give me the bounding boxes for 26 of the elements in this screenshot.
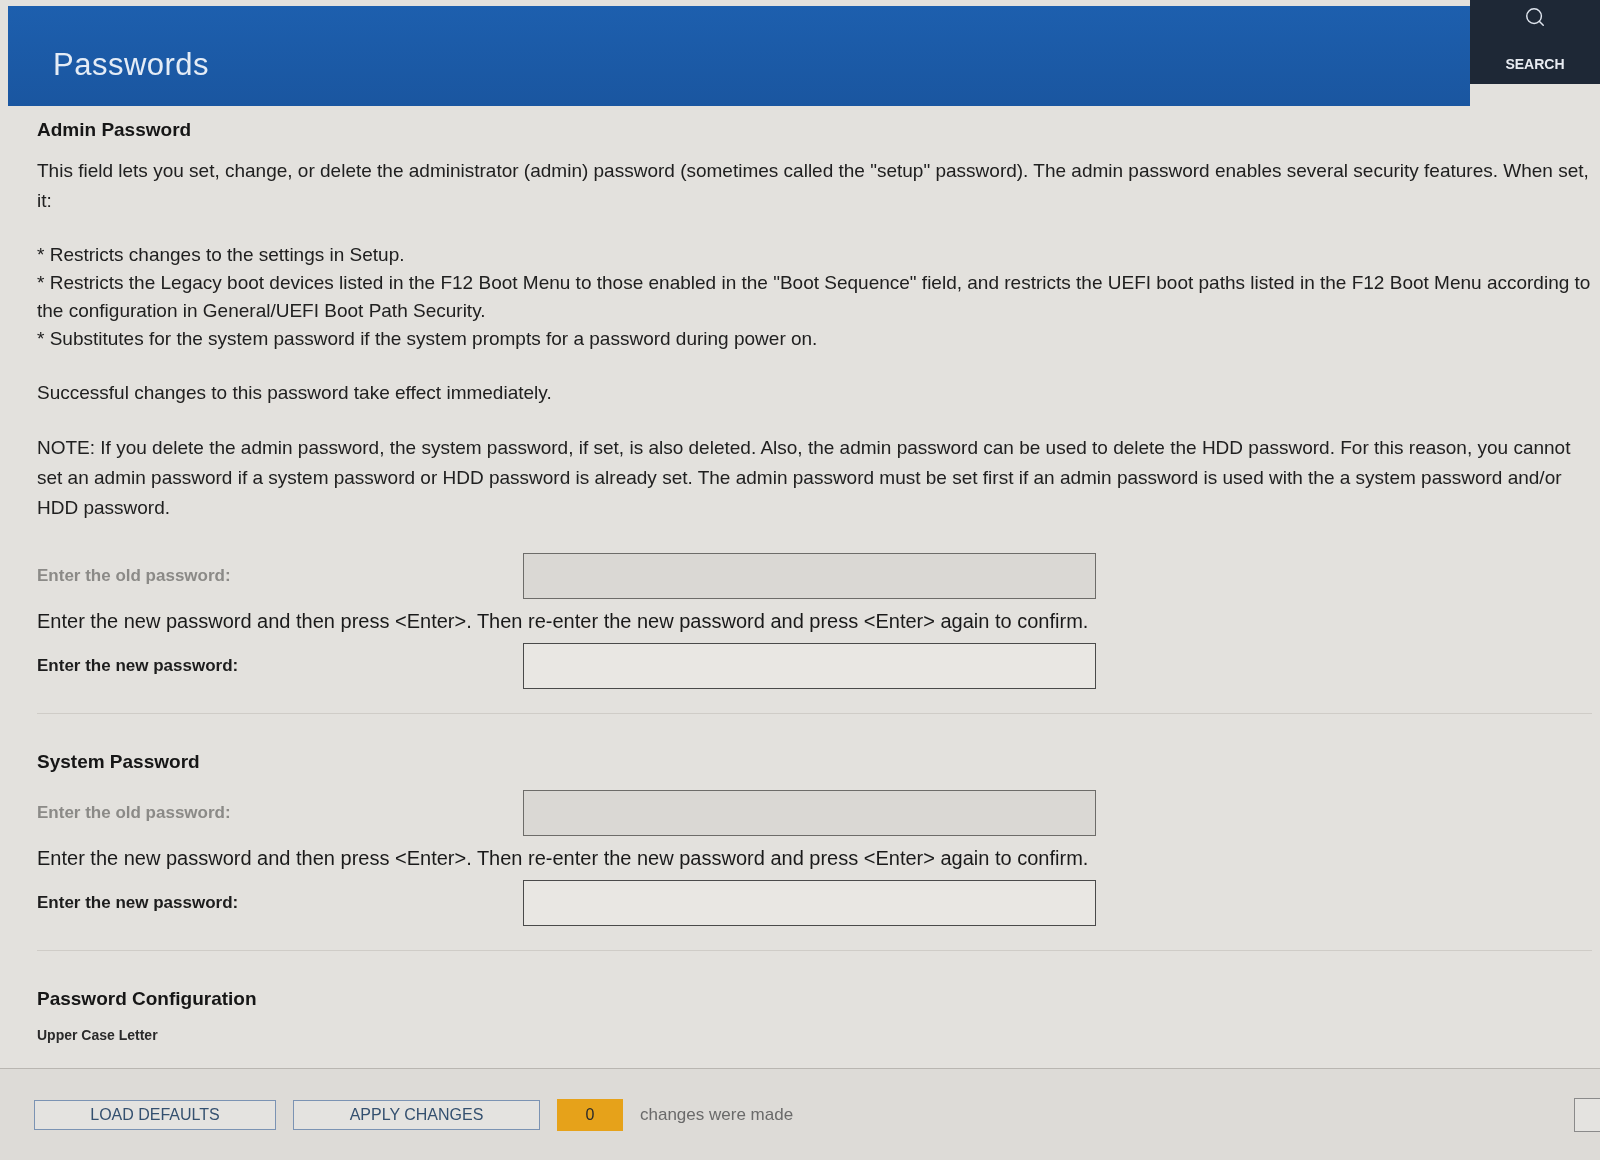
password-field[interactable]: [523, 643, 1096, 689]
bullet-item: * Restricts the Legacy boot devices listed in the F12 Boot Menu to those enabled in the "Boot Sequence" field, and restricts the UEFI boot paths listed in the F12 Boot Menu according to the configuration in General/UEFI Boot Path Security.: [37, 271, 1592, 323]
section-heading: Password Configuration: [37, 987, 258, 1011]
section-heading: System Password: [37, 750, 201, 774]
bullet-item: * Substitutes for the system password if the system prompts for a password during power on.: [37, 327, 819, 351]
page-title: Passwords: [53, 47, 210, 83]
instruction-text: Enter the new password and then press <Enter>. Then re-enter the new password and press <Enter> again to confirm.: [37, 609, 1090, 634]
bullet-item: * Restricts changes to the settings in Setup.: [37, 243, 406, 267]
change-count: 0: [557, 1098, 623, 1131]
field-label: Enter the old password:: [37, 566, 232, 586]
paragraph: NOTE: If you delete the admin password, the system password, if set, is also deleted. Also, the admin password can be used to delete the HDD password. For this reason, you cannot set an admin password if a system password or HDD password is already set. The admin password must be set first if an admin password is used with the a system password and/or HDD password.: [37, 436, 1572, 520]
footer-button[interactable]: LOAD DEFAULTS: [34, 1099, 276, 1130]
footer-button[interactable]: APPLY CHANGES: [293, 1099, 540, 1130]
subheading: Upper Case Letter: [37, 1026, 159, 1045]
search-button[interactable]: SEARCH: [1470, 0, 1600, 84]
field-label: Enter the old password:: [37, 803, 232, 823]
password-field[interactable]: [523, 880, 1096, 926]
cut-off-button[interactable]: [1574, 1097, 1600, 1132]
paragraph: This field lets you set, change, or delete the administrator (admin) password (sometimes called the "setup" password). The admin password enables several security features. When set, it:: [37, 159, 1590, 213]
field-label: Enter the new password:: [37, 893, 240, 913]
paragraph: Successful changes to this password take effect immediately.: [37, 381, 553, 405]
instruction-text: Enter the new password and then press <Enter>. Then re-enter the new password and press <Enter> again to confirm.: [37, 846, 1090, 871]
field-label: Enter the new password:: [37, 656, 240, 676]
search-icon: [1524, 6, 1546, 28]
change-status: changes were made: [640, 1104, 794, 1125]
section-heading: Admin Password: [37, 118, 193, 142]
